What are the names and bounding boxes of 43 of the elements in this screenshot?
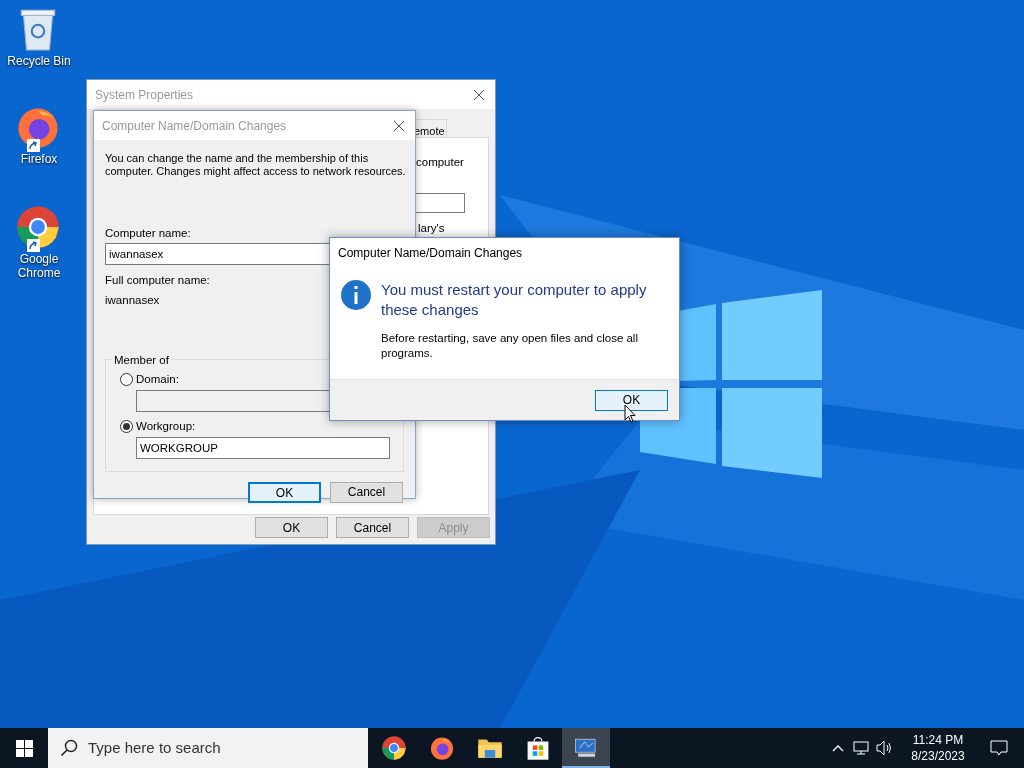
message-heading: You must restart your computer to apply these changes — [381, 280, 648, 320]
radio-label[interactable]: Workgroup: — [136, 418, 196, 436]
clock-date: 8/23/2023 — [911, 748, 965, 764]
dialog-button[interactable]: OK — [255, 517, 328, 538]
dialog-button[interactable]: OK — [248, 481, 321, 503]
close-icon[interactable] — [473, 88, 485, 101]
info-icon — [341, 280, 371, 310]
clock[interactable]: 11:24 PM 8/23/2023 — [902, 732, 974, 764]
shopping-bag-icon — [525, 735, 551, 761]
volume-icon[interactable] — [876, 740, 894, 756]
search-placeholder[interactable]: Type here to search — [88, 736, 221, 760]
full-name-text: iwannasex — [105, 292, 160, 308]
radio-label[interactable]: Domain: — [136, 370, 179, 388]
window-title: System Properties — [95, 86, 194, 104]
dialog-button[interactable]: Cancel — [330, 481, 403, 503]
shortcut-arrow-icon — [27, 139, 40, 152]
desktop-icon-label[interactable]: Firefox — [4, 152, 74, 166]
desktop-icon-label[interactable]: Recycle Bin — [4, 54, 74, 68]
network-icon[interactable] — [853, 740, 869, 756]
text-field[interactable] — [414, 193, 465, 213]
fox-globe-icon — [429, 735, 455, 761]
desktop-icon-label[interactable]: Google Chrome — [4, 252, 74, 280]
shortcut-arrow-icon — [27, 239, 40, 252]
panel-text: lary's — [418, 221, 445, 236]
search-icon — [60, 739, 78, 757]
search-box[interactable]: Type here to search — [48, 728, 368, 768]
panel-text: computer — [416, 155, 464, 170]
message-text: Before restarting, save any open files and close all programs. — [381, 331, 639, 361]
windows-logo-icon — [15, 739, 33, 757]
notification-icon[interactable] — [990, 739, 1008, 757]
description-text: You can change the name and the membership of this computer. Changes might affect access to network resources. — [105, 152, 407, 178]
field-label: Full computer name: — [105, 273, 210, 289]
dialog-button[interactable]: OK — [595, 389, 668, 411]
chevron-up-icon[interactable] — [832, 744, 844, 752]
radio-button[interactable] — [120, 420, 133, 434]
circle-logo-icon — [381, 735, 407, 761]
close-icon[interactable] — [393, 119, 405, 132]
radio-button[interactable] — [120, 372, 133, 386]
clock-time: 11:24 PM — [912, 732, 964, 748]
field-label: Computer name: — [105, 226, 191, 241]
text-field[interactable]: WORKGROUP — [136, 437, 390, 460]
window-title: Computer Name/Domain Changes — [102, 117, 287, 135]
dialog-button[interactable]: Cancel — [336, 517, 409, 538]
